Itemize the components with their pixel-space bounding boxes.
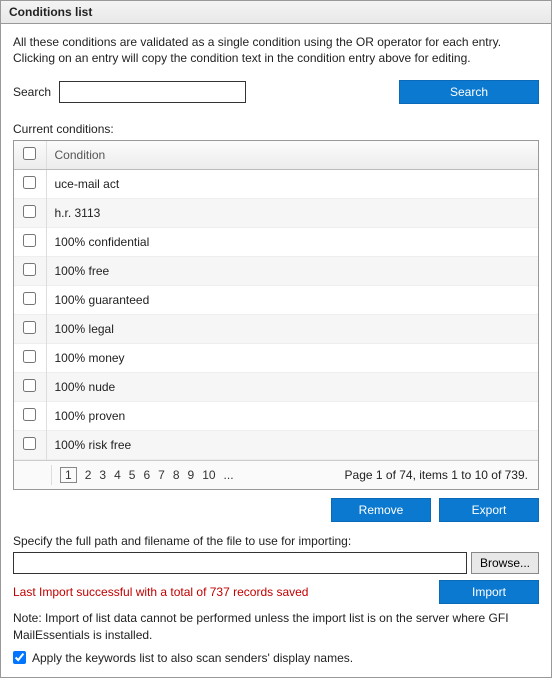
row-checkbox[interactable] <box>23 350 36 363</box>
apply-keywords-label: Apply the keywords list to also scan sen… <box>32 651 353 665</box>
pager-page[interactable]: 6 <box>143 468 150 482</box>
pager-page[interactable]: 7 <box>158 468 165 482</box>
export-button[interactable]: Export <box>439 498 539 522</box>
select-all-checkbox[interactable] <box>23 147 36 160</box>
intro-text: All these conditions are validated as a … <box>13 34 539 66</box>
conditions-label: Current conditions: <box>13 122 539 136</box>
conditions-table: Condition uce-mail acth.r. 3113100% conf… <box>13 140 539 490</box>
condition-cell[interactable]: 100% nude <box>46 373 538 402</box>
row-checkbox[interactable] <box>23 408 36 421</box>
pager-page[interactable]: 1 <box>60 467 77 483</box>
row-checkbox[interactable] <box>23 321 36 334</box>
search-input[interactable] <box>59 81 246 103</box>
condition-cell[interactable]: h.r. 3113 <box>46 199 538 228</box>
table-row[interactable]: 100% risk free <box>14 431 538 460</box>
row-checkbox[interactable] <box>23 292 36 305</box>
table-row[interactable]: 100% proven <box>14 402 538 431</box>
table-row[interactable]: 100% guaranteed <box>14 286 538 315</box>
condition-cell[interactable]: 100% guaranteed <box>46 286 538 315</box>
import-path-input[interactable] <box>13 552 467 574</box>
row-checkbox[interactable] <box>23 437 36 450</box>
pager-more[interactable]: ... <box>224 468 234 482</box>
row-checkbox[interactable] <box>23 205 36 218</box>
condition-cell[interactable]: 100% money <box>46 344 538 373</box>
row-checkbox[interactable] <box>23 263 36 276</box>
pager-info: Page 1 of 74, items 1 to 10 of 739. <box>345 468 532 482</box>
import-label: Specify the full path and filename of th… <box>13 534 539 548</box>
pager-page[interactable]: 9 <box>188 468 195 482</box>
remove-button[interactable]: Remove <box>331 498 431 522</box>
table-row[interactable]: 100% nude <box>14 373 538 402</box>
row-checkbox[interactable] <box>23 379 36 392</box>
table-row[interactable]: 100% confidential <box>14 228 538 257</box>
search-button[interactable]: Search <box>399 80 539 104</box>
condition-cell[interactable]: 100% proven <box>46 402 538 431</box>
pager-prev[interactable] <box>20 465 52 485</box>
column-header-condition[interactable]: Condition <box>46 141 538 170</box>
conditions-list-panel: Conditions list All these conditions are… <box>0 0 552 678</box>
condition-cell[interactable]: 100% confidential <box>46 228 538 257</box>
condition-cell[interactable]: 100% free <box>46 257 538 286</box>
row-checkbox[interactable] <box>23 176 36 189</box>
table-row[interactable]: 100% money <box>14 344 538 373</box>
import-note: Note: Import of list data cannot be perf… <box>13 610 539 642</box>
condition-cell[interactable]: uce-mail act <box>46 170 538 199</box>
condition-cell[interactable]: 100% legal <box>46 315 538 344</box>
import-status: Last Import successful with a total of 7… <box>13 585 439 599</box>
pager-page[interactable]: 2 <box>85 468 92 482</box>
table-row[interactable]: 100% legal <box>14 315 538 344</box>
table-row[interactable]: uce-mail act <box>14 170 538 199</box>
search-label: Search <box>13 85 51 99</box>
apply-keywords-checkbox[interactable] <box>13 651 26 664</box>
panel-title: Conditions list <box>1 1 551 24</box>
condition-cell[interactable]: 100% risk free <box>46 431 538 460</box>
pager-page[interactable]: 4 <box>114 468 121 482</box>
row-checkbox[interactable] <box>23 234 36 247</box>
table-row[interactable]: 100% free <box>14 257 538 286</box>
import-button[interactable]: Import <box>439 580 539 604</box>
browse-button[interactable]: Browse... <box>471 552 539 574</box>
pager-page[interactable]: 5 <box>129 468 136 482</box>
pager-page[interactable]: 8 <box>173 468 180 482</box>
pager: 123456789 10... Page 1 of 74, items 1 to … <box>14 460 538 489</box>
pager-page[interactable]: 10 <box>202 468 215 482</box>
pager-page[interactable]: 3 <box>99 468 106 482</box>
table-row[interactable]: h.r. 3113 <box>14 199 538 228</box>
